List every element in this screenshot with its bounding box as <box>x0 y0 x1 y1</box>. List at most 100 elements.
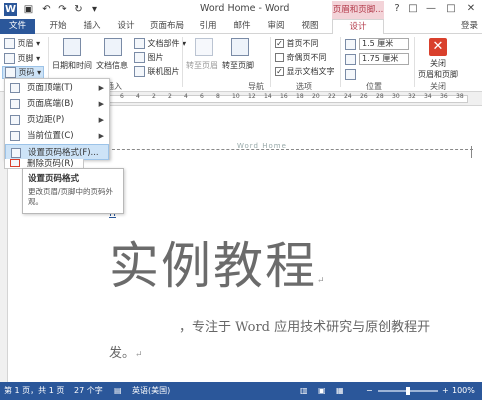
doc-info-button[interactable]: 文档信息 <box>96 38 130 76</box>
status-bar: 第 1 页，共 1 页 27 个字 ▤ 英语(美国) ▥ ▣ ▦ − + 100… <box>0 382 482 400</box>
ruler-number: 2 <box>168 93 172 100</box>
menu-item-label: 页面底端(B) <box>27 99 74 109</box>
calendar-icon <box>63 38 81 56</box>
picture-button[interactable]: 图片 <box>134 52 164 63</box>
header-top-icon <box>345 39 356 50</box>
footer-button[interactable]: 页脚 ▾ <box>4 53 40 64</box>
tab-mailings[interactable]: 邮件 <box>228 19 256 34</box>
menu-item-page-margins[interactable]: 页边距(P) ▶ <box>5 112 109 128</box>
document-title-text: 实例教程 <box>109 237 317 295</box>
goto-footer-button[interactable]: 转至页脚 <box>222 38 258 76</box>
odd-even-different-checkbox[interactable]: 奇偶页不同 <box>275 52 327 63</box>
undo-icon[interactable]: ↶ <box>40 3 53 16</box>
goto-header-label: 转至页眉 <box>186 61 218 70</box>
zoom-slider-thumb[interactable] <box>406 387 410 395</box>
language-indicator[interactable]: 英语(美国) <box>132 382 170 400</box>
odd-even-different-label: 奇偶页不同 <box>286 53 327 62</box>
redo-icon[interactable]: ↷ <box>56 3 69 16</box>
current-position-icon <box>10 131 20 141</box>
submenu-arrow-icon: ▶ <box>98 116 104 124</box>
ruler-number: 30 <box>392 93 400 100</box>
tab-review[interactable]: 审阅 <box>262 19 290 34</box>
footer-position-input[interactable]: 1.75 厘米 <box>359 53 409 65</box>
read-mode-icon[interactable]: ▥ <box>300 382 308 400</box>
chevron-down-icon: ▾ <box>36 39 41 48</box>
tab-file[interactable]: 文件 <box>0 19 35 34</box>
menu-item-top-of-page[interactable]: 页面顶端(T) ▶ <box>5 80 109 96</box>
word-logo-icon: W <box>4 3 17 16</box>
page-count[interactable]: 第 1 页，共 1 页 <box>4 382 64 400</box>
tab-design[interactable]: 设计 <box>332 19 384 34</box>
menu-item-label: 当前位置(C) <box>27 131 74 141</box>
checkbox-checked-icon: ✓ <box>275 67 284 76</box>
menu-item-label: 页边距(P) <box>27 115 65 125</box>
group-label-nav: 导航 <box>248 82 264 91</box>
online-picture-label: 联机图片 <box>147 67 180 76</box>
doc-parts-button[interactable]: 文档部件 ▾ <box>134 38 186 49</box>
paragraph-line[interactable]: ，专注于 Word 应用技术研究与原创教程开 <box>179 316 430 335</box>
picture-icon <box>134 52 145 63</box>
ribbon-display-button[interactable]: □ <box>406 2 420 16</box>
ruler-number: 36 <box>440 93 448 100</box>
tab-references[interactable]: 引用 <box>194 19 222 34</box>
word-count[interactable]: 27 个字 <box>74 382 103 400</box>
help-button[interactable]: ? <box>390 2 404 16</box>
close-header-footer-button[interactable]: ✕ 关闭 页眉和页脚 <box>418 38 458 80</box>
login-link[interactable]: 登录 <box>461 19 478 34</box>
menu-item-current-position[interactable]: 当前位置(C) ▶ <box>5 128 109 144</box>
first-page-different-checkbox[interactable]: ✓ 首页不同 <box>275 38 319 49</box>
submenu-arrow-icon: ▶ <box>98 100 104 108</box>
close-icon: ✕ <box>429 38 447 56</box>
chevron-down-icon: ▾ <box>37 68 42 77</box>
paragraph-mark: ↵ <box>135 350 143 360</box>
ruler-number: 4 <box>136 93 140 100</box>
save-icon[interactable]: ▣ <box>22 3 35 16</box>
tab-view[interactable]: 视图 <box>296 19 324 34</box>
tab-page-layout[interactable]: 页面布局 <box>146 19 188 34</box>
zoom-in-button[interactable]: + <box>442 382 449 400</box>
insert-alignment-tab-icon[interactable] <box>345 69 356 80</box>
print-layout-icon[interactable]: ▣ <box>318 382 326 400</box>
menu-item-bottom-of-page[interactable]: 页面底端(B) ▶ <box>5 96 109 112</box>
proofing-icon[interactable]: ▤ <box>114 382 122 400</box>
online-picture-button[interactable]: 联机图片 <box>134 66 180 77</box>
maximize-button[interactable]: □ <box>444 2 458 16</box>
ribbon-separator <box>182 37 183 87</box>
header-button[interactable]: 页眉 ▾ <box>4 38 40 49</box>
tab-home[interactable]: 开始 <box>44 19 72 34</box>
horizontal-ruler[interactable]: 86422468101214161820222426283032343638 <box>100 92 482 106</box>
zoom-out-button[interactable]: − <box>366 382 373 400</box>
document-title[interactable]: 实例教程↵ <box>109 226 327 298</box>
ruler-number: 32 <box>408 93 416 100</box>
ruler-number: 26 <box>360 93 368 100</box>
close-button[interactable]: ✕ <box>464 2 478 16</box>
header-boundary-line <box>107 149 473 150</box>
menu-item-format-page-numbers[interactable]: 设置页码格式(F)... <box>5 144 109 160</box>
zoom-level[interactable]: 100% <box>452 382 475 400</box>
ruler-number: 22 <box>328 93 336 100</box>
menu-item-label: 页面顶端(T) <box>27 83 73 93</box>
tooltip: 设置页码格式 更改页眉/页脚中的页码外观。 <box>22 168 124 214</box>
show-document-text-checkbox[interactable]: ✓ 显示文档文字 <box>275 66 335 77</box>
web-layout-icon[interactable]: ▦ <box>336 382 344 400</box>
format-page-numbers-icon <box>11 148 21 158</box>
group-label-close: 关闭 <box>430 82 446 91</box>
goto-header-button[interactable]: 转至页眉 <box>186 38 222 76</box>
tab-insert[interactable]: 插入 <box>78 19 106 34</box>
paragraph-text: 发。 <box>109 346 136 361</box>
goto-footer-label: 转至页脚 <box>222 61 254 70</box>
repeat-icon[interactable]: ↻ <box>72 3 85 16</box>
tab-design-main[interactable]: 设计 <box>112 19 140 34</box>
header-text[interactable]: Word Home <box>237 142 287 150</box>
minimize-button[interactable]: — <box>424 2 438 16</box>
first-page-different-label: 首页不同 <box>286 39 319 48</box>
footer-bottom-icon <box>345 54 356 65</box>
ruler-number: 28 <box>376 93 384 100</box>
ruler-number: 8 <box>216 93 220 100</box>
date-time-button[interactable]: 日期和时间 <box>52 38 92 76</box>
header-position-input[interactable]: 1.5 厘米 <box>359 38 409 50</box>
ruler-number: 18 <box>296 93 304 100</box>
doc-parts-icon <box>134 38 145 49</box>
paragraph-line[interactable]: 发。↵ <box>109 342 143 361</box>
customize-qat-icon[interactable]: ▾ <box>88 3 101 16</box>
